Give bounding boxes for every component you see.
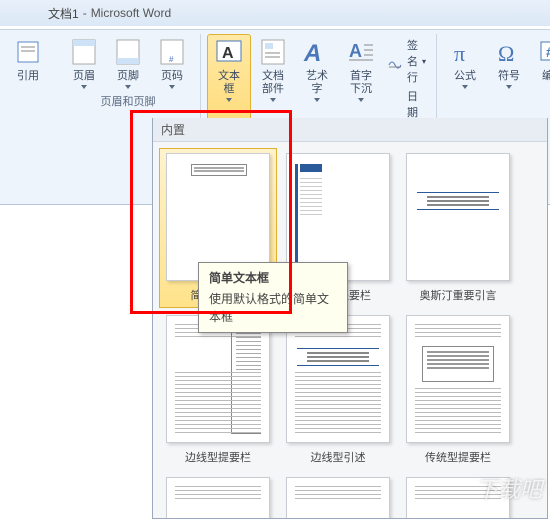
parts-icon [257, 36, 289, 68]
textbox-icon: A [213, 36, 245, 68]
svg-text:#: # [546, 44, 550, 60]
thumb-extra-1 [166, 477, 270, 518]
watermark: 下载吧 [476, 472, 542, 504]
equation-button[interactable]: π 公式 [443, 34, 487, 91]
gallery-section-header: 内置 [153, 118, 547, 142]
chevron-down-icon [125, 85, 131, 89]
sigline-icon [387, 53, 403, 69]
group-partial: 引用 [0, 34, 56, 204]
gallery-item-border-sidebar[interactable]: 边线型提要栏 [159, 310, 277, 470]
sigline-button[interactable]: 签名行 ▾ [383, 36, 430, 86]
chevron-down-icon [358, 98, 364, 102]
svg-text:#: # [169, 55, 174, 64]
thumb-border-quote [286, 315, 390, 443]
gallery-item-austin-quote[interactable]: 奥斯汀重要引言 [399, 148, 517, 308]
dropcap-icon: A [345, 36, 377, 68]
thumb-border-sidebar [166, 315, 270, 443]
chevron-down-icon [314, 98, 320, 102]
number-button[interactable]: # 编号 [531, 34, 550, 91]
pagenum-label: 页码 [161, 70, 183, 83]
header-button[interactable]: 页眉 [62, 34, 106, 91]
footer-button[interactable]: 页脚 [106, 34, 150, 91]
number-icon: # [537, 36, 550, 68]
chevron-down-icon [81, 85, 87, 89]
chevron-down-icon [270, 98, 276, 102]
gallery-item-traditional-sidebar[interactable]: 传统型提要栏 [399, 310, 517, 470]
header-icon [68, 36, 100, 68]
svg-text:π: π [454, 41, 465, 66]
tooltip-title: 简单文本框 [209, 269, 337, 287]
gallery-item-extra-2[interactable] [279, 472, 397, 518]
ref-icon [12, 36, 44, 68]
gallery-item-label: 边线型引述 [311, 449, 366, 465]
app-name: Microsoft Word [91, 6, 171, 20]
chevron-down-icon [462, 85, 468, 89]
svg-text:A: A [222, 45, 234, 62]
title-separator: - [83, 6, 87, 20]
textbox-label: 文本框 [213, 70, 245, 96]
gallery-item-label: 边线型提要栏 [185, 449, 251, 465]
tooltip: 简单文本框 使用默认格式的简单文本框 [198, 262, 348, 333]
wordart-icon: A [301, 36, 333, 68]
symbol-button[interactable]: Ω 符号 [487, 34, 531, 91]
gallery-item-border-quote[interactable]: 边线型引述 [279, 310, 397, 470]
tooltip-body: 使用默认格式的简单文本框 [209, 290, 337, 326]
document-name: 文档1 [48, 5, 79, 22]
svg-text:A: A [303, 40, 321, 67]
wordart-label: 艺术字 [301, 70, 333, 96]
footer-icon [112, 36, 144, 68]
gallery-item-label: 奥斯汀重要引言 [420, 287, 497, 303]
parts-label: 文档部件 [257, 70, 289, 96]
thumb-traditional-sidebar [406, 315, 510, 443]
sigline-label: 签名行 [407, 37, 418, 85]
chevron-down-icon [226, 98, 232, 102]
pagenum-icon: # [156, 36, 188, 68]
equation-label: 公式 [454, 70, 476, 83]
pagenum-button[interactable]: # 页码 [150, 34, 194, 91]
thumb-austin-quote [406, 153, 510, 281]
group-label-hf: 页眉和页脚 [101, 93, 156, 109]
gallery-item-label: 传统型提要栏 [425, 449, 491, 465]
footer-label: 页脚 [117, 70, 139, 83]
svg-text:A: A [349, 41, 362, 61]
number-label: 编号 [542, 70, 550, 83]
thumb-extra-2 [286, 477, 390, 518]
header-label: 页眉 [73, 70, 95, 83]
chevron-down-icon [169, 85, 175, 89]
dropcap-label: 首字下沉 [345, 70, 377, 96]
svg-text:Ω: Ω [498, 41, 514, 66]
symbol-label: 符号 [498, 70, 520, 83]
ref-label: 引用 [17, 70, 39, 83]
ref-button[interactable]: 引用 [6, 34, 50, 85]
symbol-icon: Ω [493, 36, 525, 68]
chevron-down-icon [506, 85, 512, 89]
gallery-item-extra-1[interactable] [159, 472, 277, 518]
equation-icon: π [449, 36, 481, 68]
title-bar: 文档1 - Microsoft Word [0, 0, 550, 26]
